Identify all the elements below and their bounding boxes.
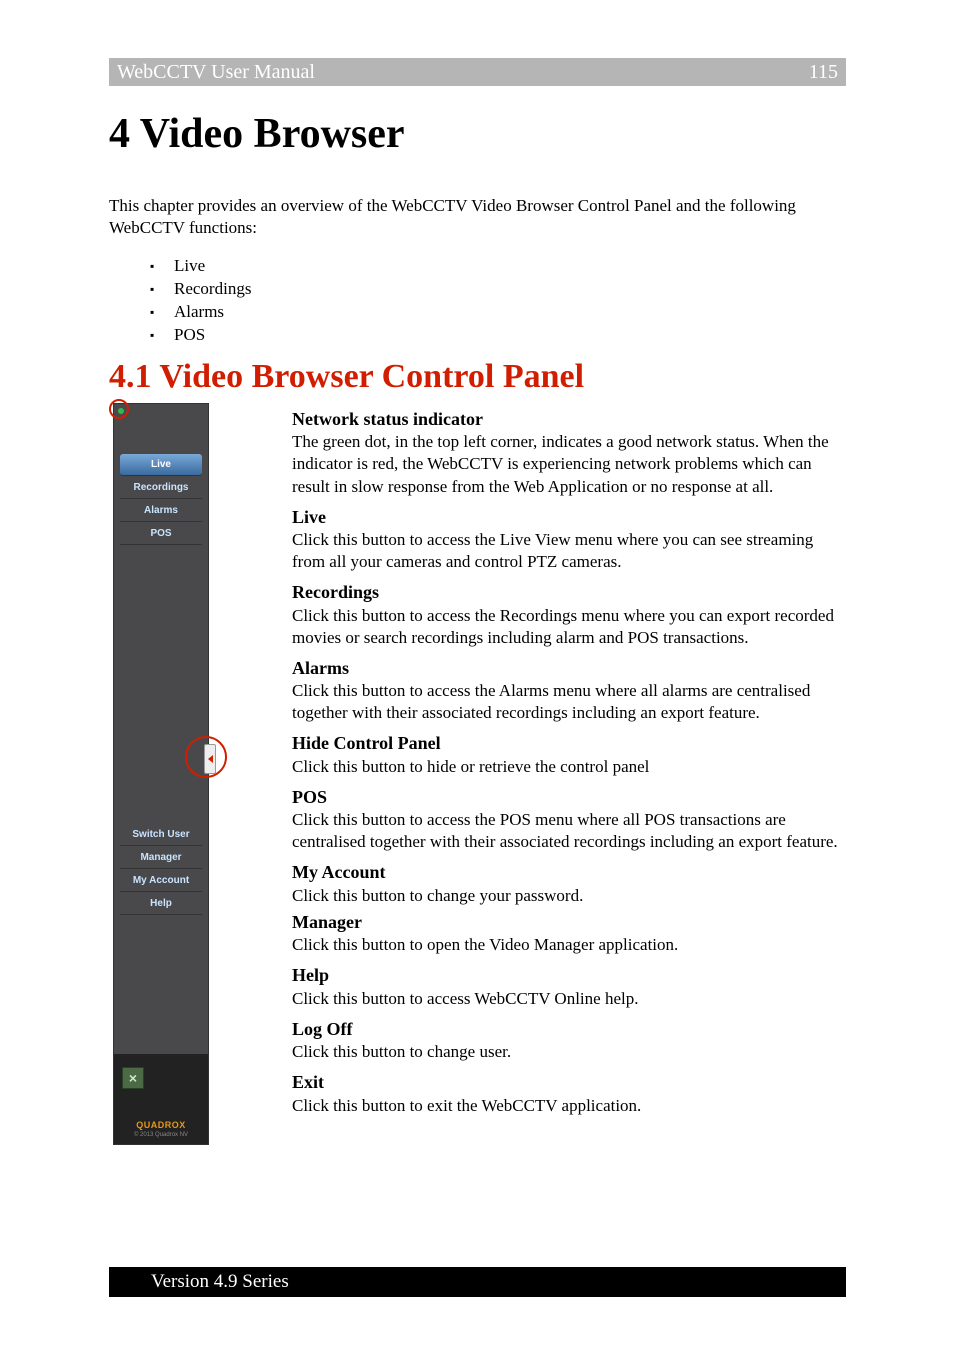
desc-body-recordings: Click this button to access the Recordin… bbox=[292, 605, 846, 649]
desc-body-alarms: Click this button to access the Alarms m… bbox=[292, 680, 846, 724]
chapter-title: 4 Video Browser bbox=[109, 110, 405, 158]
header-title: WebCCTV User Manual bbox=[117, 61, 315, 84]
desc-body-manager: Click this button to open the Video Mana… bbox=[292, 934, 846, 956]
status-indicator-highlight-circle bbox=[109, 399, 129, 419]
footer-version: Version 4.9 Series bbox=[151, 1271, 289, 1293]
hide-panel-highlight-circle bbox=[185, 736, 227, 778]
exit-icon[interactable]: × bbox=[122, 1067, 144, 1089]
section-title: 4.1 Video Browser Control Panel bbox=[109, 358, 584, 396]
desc-body-help: Click this button to access WebCCTV Onli… bbox=[292, 988, 846, 1010]
desc-heading-network: Network status indicator bbox=[292, 408, 846, 431]
chapter-intro: This chapter provides an overview of the… bbox=[109, 195, 846, 239]
desc-heading-live: Live bbox=[292, 506, 846, 529]
bullet-item: Alarms bbox=[174, 301, 251, 324]
desc-body-my-account: Click this button to change your passwor… bbox=[292, 885, 846, 907]
desc-body-hide: Click this button to hide or retrieve th… bbox=[292, 756, 846, 778]
desc-heading-exit: Exit bbox=[292, 1071, 846, 1094]
descriptions-area: Network status indicator The green dot, … bbox=[292, 408, 846, 1121]
desc-heading-recordings: Recordings bbox=[292, 581, 846, 604]
desc-heading-help: Help bbox=[292, 964, 846, 987]
desc-heading-log-off: Log Off bbox=[292, 1018, 846, 1041]
bullet-item: Recordings bbox=[174, 278, 251, 301]
nav-my-account-button[interactable]: My Account bbox=[120, 870, 202, 892]
header-bar: WebCCTV User Manual 115 bbox=[109, 58, 846, 86]
function-bullet-list: Live Recordings Alarms POS bbox=[150, 255, 251, 347]
nav-alarms-button[interactable]: Alarms bbox=[120, 500, 202, 522]
nav-top-group: Live Recordings Alarms POS bbox=[120, 454, 202, 545]
desc-body-log-off: Click this button to change user. bbox=[292, 1041, 846, 1063]
nav-bottom-group: Switch User Manager My Account Help bbox=[120, 824, 202, 915]
desc-body-live: Click this button to access the Live Vie… bbox=[292, 529, 846, 573]
desc-heading-alarms: Alarms bbox=[292, 657, 846, 680]
desc-heading-hide: Hide Control Panel bbox=[292, 732, 846, 755]
nav-live-button[interactable]: Live bbox=[120, 454, 202, 476]
logo-area: × QUADROX © 2013 Quadrox NV bbox=[114, 1054, 208, 1144]
bullet-item: POS bbox=[174, 324, 251, 347]
desc-body-pos: Click this button to access the POS menu… bbox=[292, 809, 846, 853]
bullet-item: Live bbox=[174, 255, 251, 278]
footer-bar: Version 4.9 Series bbox=[109, 1267, 846, 1297]
nav-recordings-button[interactable]: Recordings bbox=[120, 477, 202, 499]
nav-help-button[interactable]: Help bbox=[120, 893, 202, 915]
nav-switch-user-button[interactable]: Switch User bbox=[120, 824, 202, 846]
nav-manager-button[interactable]: Manager bbox=[120, 847, 202, 869]
copyright-text: © 2013 Quadrox NV bbox=[134, 1132, 188, 1138]
desc-heading-manager: Manager bbox=[292, 911, 846, 934]
control-panel-screenshot: Live Recordings Alarms POS Switch User M… bbox=[113, 403, 209, 1145]
quadrox-logo: QUADROX bbox=[136, 1120, 186, 1130]
header-page-number: 115 bbox=[809, 61, 838, 84]
desc-body-network: The green dot, in the top left corner, i… bbox=[292, 431, 846, 497]
desc-heading-my-account: My Account bbox=[292, 861, 846, 884]
nav-pos-button[interactable]: POS bbox=[120, 523, 202, 545]
desc-heading-pos: POS bbox=[292, 786, 846, 809]
desc-body-exit: Click this button to exit the WebCCTV ap… bbox=[292, 1095, 846, 1117]
